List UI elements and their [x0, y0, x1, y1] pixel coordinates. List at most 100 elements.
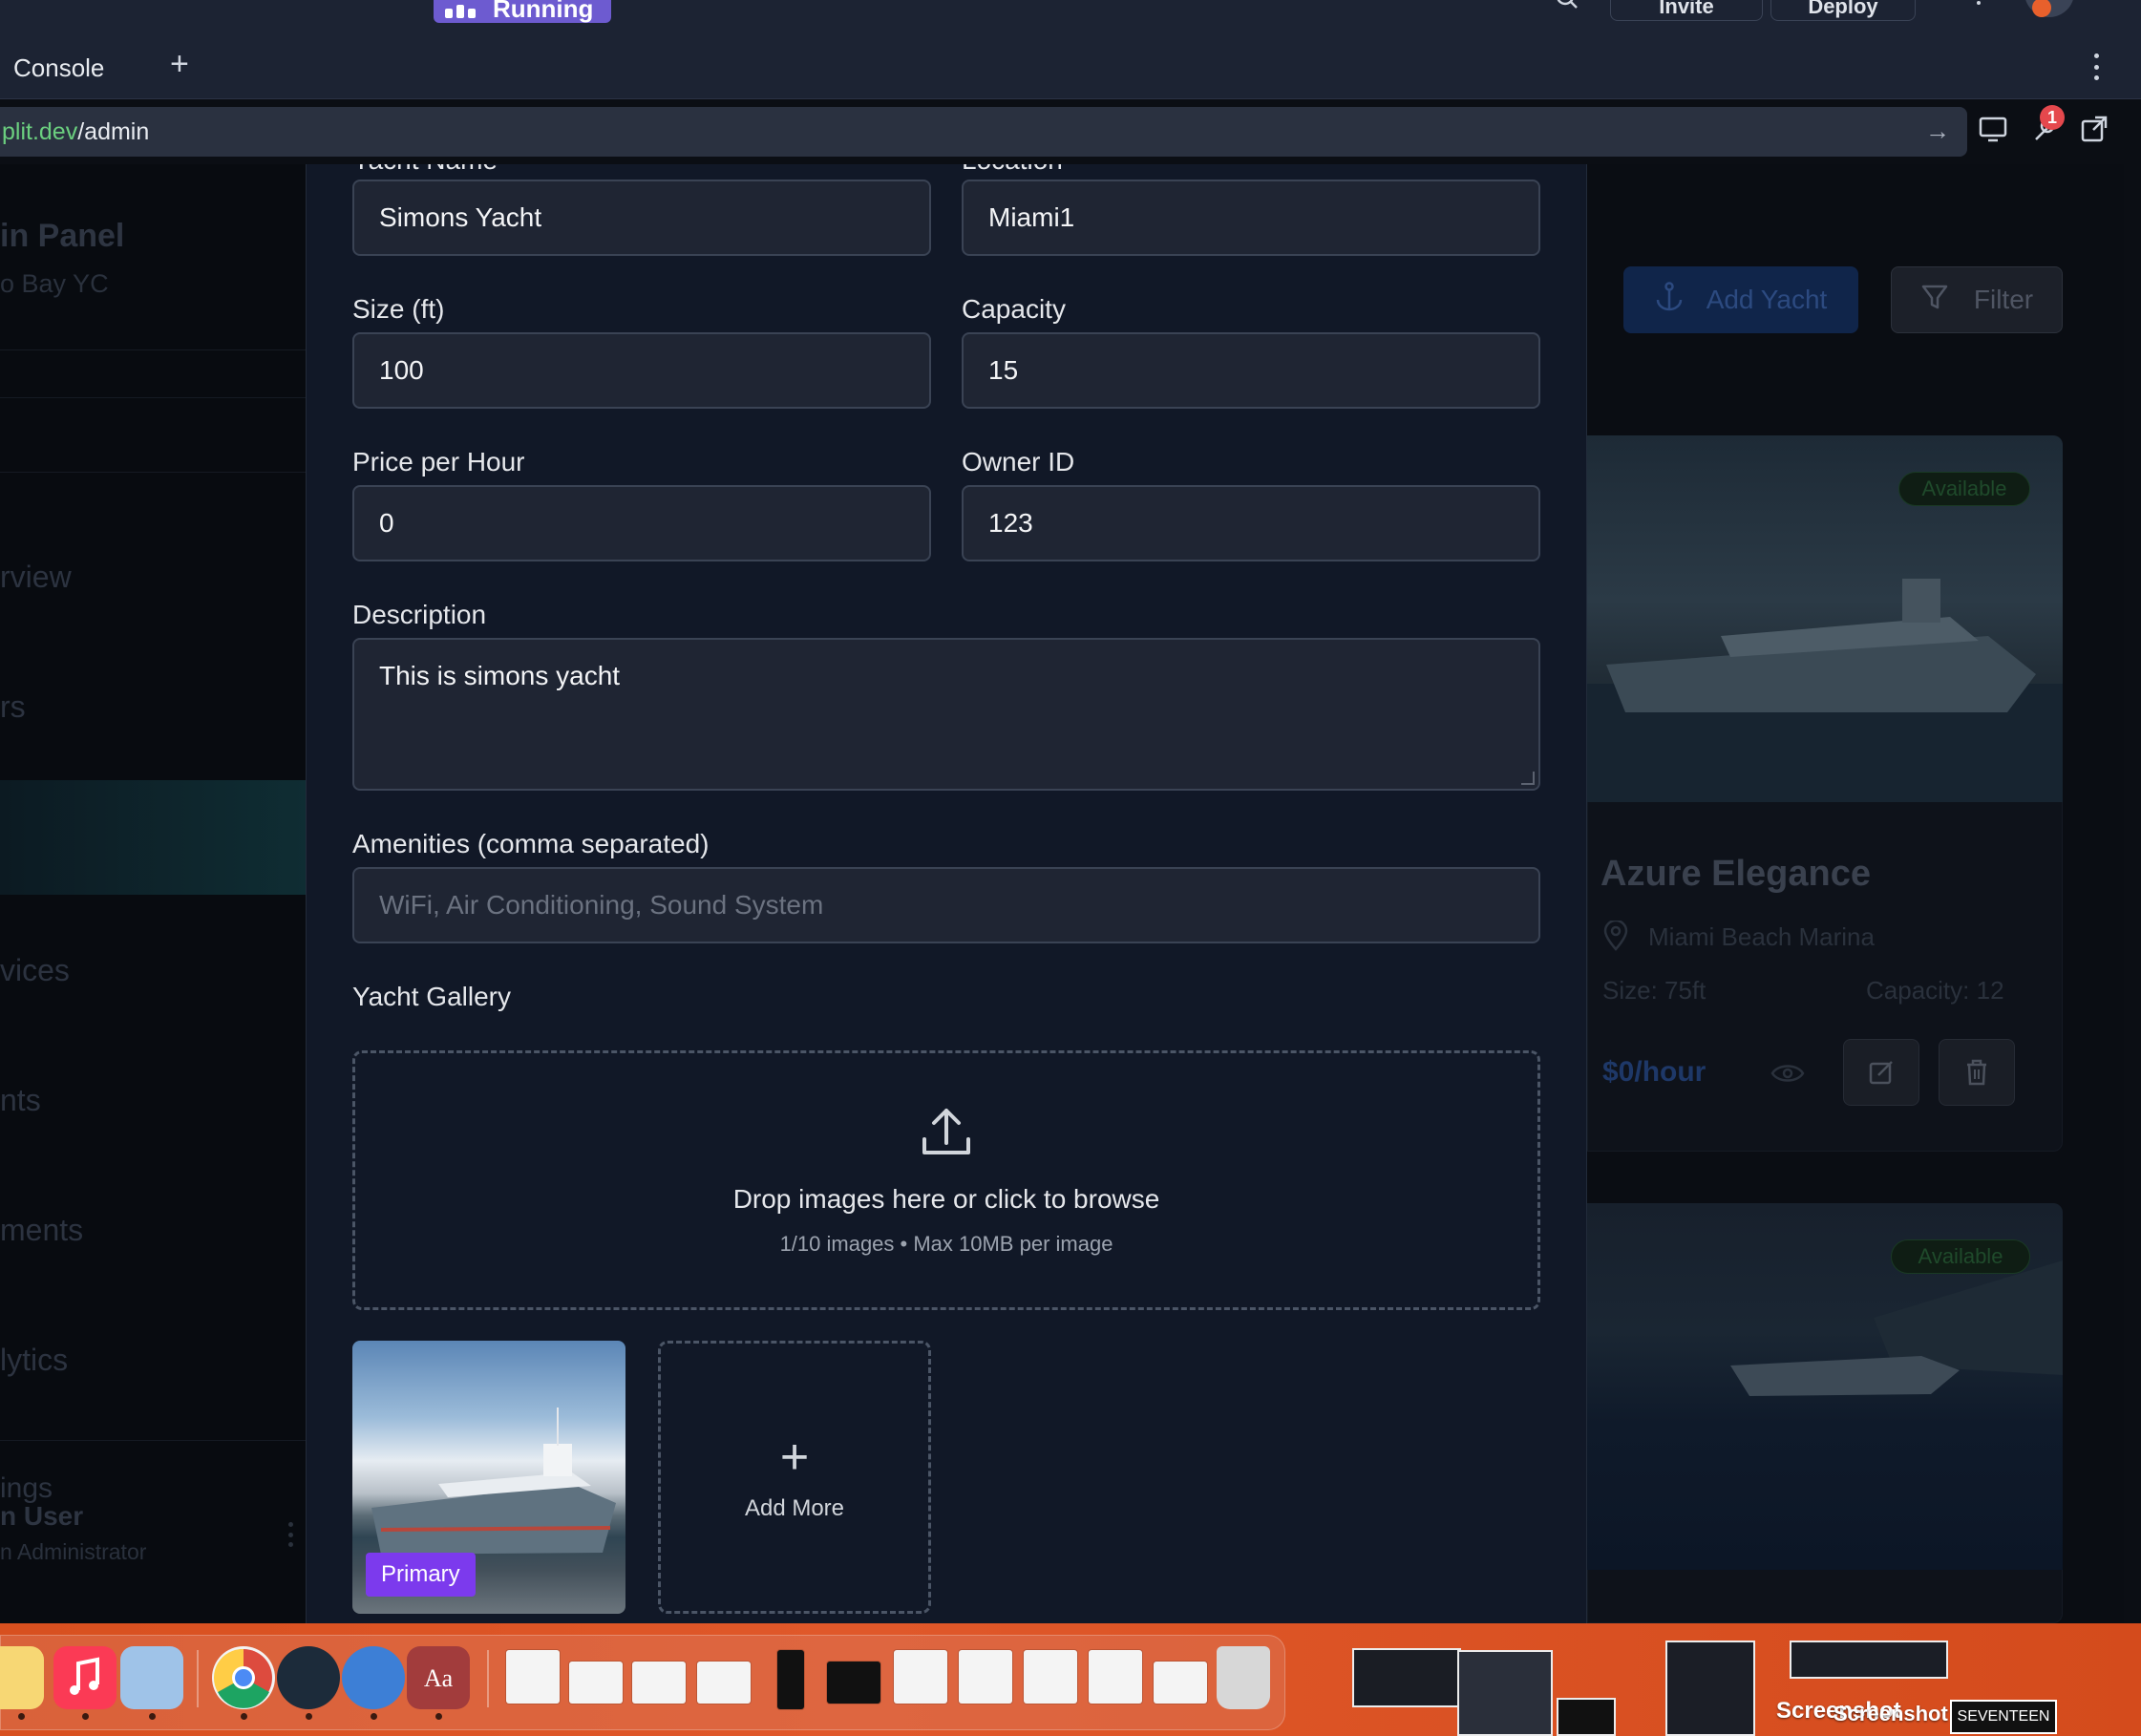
open-external-icon[interactable]	[2078, 113, 2114, 149]
sidebar-item-services[interactable]: vices	[0, 953, 70, 988]
deploy-button-label: Deploy	[1808, 0, 1878, 18]
yacht-card-title: Azure Elegance	[1600, 854, 1871, 894]
size-label: Size (ft)	[352, 294, 445, 324]
quicktime-app-icon[interactable]	[342, 1646, 405, 1709]
dictionary-app-icon[interactable]: Aa	[407, 1646, 470, 1709]
document-thumbnail[interactable]	[1154, 1662, 1207, 1704]
notification-badge: 1	[2040, 105, 2065, 130]
invite-button[interactable]: Invite	[1610, 0, 1763, 21]
description-text: This is simons yacht	[379, 661, 621, 690]
size-input[interactable]: 100	[352, 332, 931, 409]
deploy-button[interactable]: Deploy	[1770, 0, 1916, 21]
sidebar-divider	[0, 349, 306, 350]
yacht-card-price: $0/hour	[1602, 1056, 1706, 1088]
desktop-file-thumbnail[interactable]	[1665, 1641, 1755, 1736]
status-badge: Available	[1898, 472, 2030, 506]
document-thumbnail[interactable]	[697, 1662, 751, 1704]
document-thumbnail[interactable]	[569, 1662, 623, 1704]
invite-button-label: Invite	[1659, 0, 1714, 18]
location-label: Location	[962, 164, 1063, 176]
resize-handle-icon[interactable]	[1521, 772, 1535, 785]
tab-console[interactable]: Console	[0, 36, 104, 99]
run-button[interactable]: Running	[434, 0, 611, 23]
desktop-file-thumbnail[interactable]	[1352, 1648, 1461, 1707]
image-dropzone[interactable]: Drop images here or click to browse 1/10…	[352, 1050, 1540, 1310]
sidebar-item-events[interactable]: nts	[0, 1083, 41, 1118]
compass-app-icon[interactable]	[277, 1646, 340, 1709]
devices-icon[interactable]	[1977, 113, 2013, 149]
running-indicator	[82, 1713, 89, 1720]
new-tab-button[interactable]: +	[170, 46, 189, 83]
filter-button[interactable]: Filter	[1891, 266, 2063, 333]
running-indicator	[306, 1713, 312, 1720]
description-textarea[interactable]: This is simons yacht	[352, 638, 1540, 791]
running-indicator	[435, 1713, 442, 1720]
svg-text:Aa: Aa	[424, 1664, 454, 1692]
document-thumbnail[interactable]	[1024, 1650, 1077, 1704]
url-bar[interactable]: plit.dev/admin	[0, 107, 1967, 157]
trash-bin-icon[interactable]	[1217, 1646, 1270, 1709]
yacht-card-size: Size: 75ft	[1602, 976, 1706, 1005]
sidebar-divider	[0, 472, 306, 473]
yacht-card-location: Miami Beach Marina	[1648, 922, 1875, 951]
gallery-image-thumbnail[interactable]: Primary	[352, 1341, 625, 1614]
edit-icon	[1869, 1061, 1893, 1085]
yacht-name-input[interactable]: Simons Yacht	[352, 180, 931, 256]
url-path: /admin	[77, 117, 150, 145]
sidebar-title: in Panel	[0, 218, 125, 254]
view-eye-icon[interactable]	[1770, 1060, 1805, 1091]
dropzone-limits: 1/10 images • Max 10MB per image	[779, 1231, 1113, 1256]
sidebar-item-settings[interactable]: ings	[0, 1472, 53, 1505]
delete-yacht-button[interactable]	[1939, 1039, 2015, 1106]
search-icon[interactable]	[1555, 0, 1579, 20]
add-yacht-label: Add Yacht	[1706, 285, 1828, 314]
bell-icon[interactable]	[1969, 0, 1988, 19]
status-badge: Available	[1891, 1239, 2030, 1274]
document-thumbnail[interactable]	[632, 1662, 686, 1704]
desktop-file-label: SEVENTEEN	[1957, 1708, 2050, 1725]
desktop-file-thumbnail[interactable]	[1790, 1641, 1948, 1679]
owner-id-input[interactable]: 123	[962, 485, 1540, 561]
location-input[interactable]: Miami1	[962, 180, 1540, 256]
edit-yacht-button[interactable]	[1843, 1039, 1919, 1106]
price-input[interactable]: 0	[352, 485, 931, 561]
document-thumbnail[interactable]	[777, 1650, 804, 1709]
user-menu-icon[interactable]	[288, 1522, 294, 1547]
tab-bar	[0, 36, 2141, 99]
notes-app-icon[interactable]	[0, 1646, 44, 1709]
admin-sidebar	[0, 164, 306, 1625]
document-thumbnail[interactable]	[506, 1650, 560, 1704]
document-thumbnail[interactable]	[894, 1650, 947, 1704]
sidebar-item-users[interactable]: rs	[0, 689, 26, 725]
sidebar-item-payments[interactable]: ments	[0, 1213, 83, 1248]
running-indicator	[371, 1713, 377, 1720]
desktop-file-thumbnail[interactable]: SEVENTEEN	[1950, 1700, 2057, 1734]
sidebar-item-overview[interactable]: rview	[0, 560, 72, 595]
music-app-icon[interactable]	[53, 1646, 117, 1709]
desktop-file-thumbnail[interactable]	[1457, 1650, 1553, 1736]
amenities-input[interactable]: WiFi, Air Conditioning, Sound System	[352, 867, 1540, 943]
document-thumbnail[interactable]	[827, 1662, 880, 1704]
map-pin-icon	[1602, 919, 1629, 956]
anchor-icon	[1655, 281, 1684, 319]
running-indicator	[241, 1713, 247, 1720]
go-arrow-icon[interactable]: →	[1925, 116, 1950, 146]
sidebar-item-yachts-active[interactable]	[0, 780, 306, 895]
capacity-input[interactable]: 15	[962, 332, 1540, 409]
sidebar-divider	[0, 397, 306, 398]
add-more-button[interactable]: + Add More	[658, 1341, 931, 1614]
document-thumbnail[interactable]	[959, 1650, 1012, 1704]
desktop-file-thumbnail[interactable]	[1557, 1698, 1616, 1736]
running-indicator	[149, 1713, 156, 1720]
gallery-label: Yacht Gallery	[352, 982, 511, 1011]
upload-icon	[919, 1105, 974, 1165]
sidebar-item-analytics[interactable]: lytics	[0, 1343, 68, 1378]
plus-icon: +	[779, 1429, 810, 1485]
running-indicator	[18, 1713, 25, 1720]
add-yacht-button[interactable]: Add Yacht	[1623, 266, 1858, 333]
more-options-icon[interactable]	[2088, 48, 2105, 86]
preview-app-icon[interactable]	[120, 1646, 183, 1709]
owner-id-label: Owner ID	[962, 447, 1075, 476]
chrome-app-icon[interactable]	[212, 1646, 275, 1709]
document-thumbnail[interactable]	[1089, 1650, 1142, 1704]
